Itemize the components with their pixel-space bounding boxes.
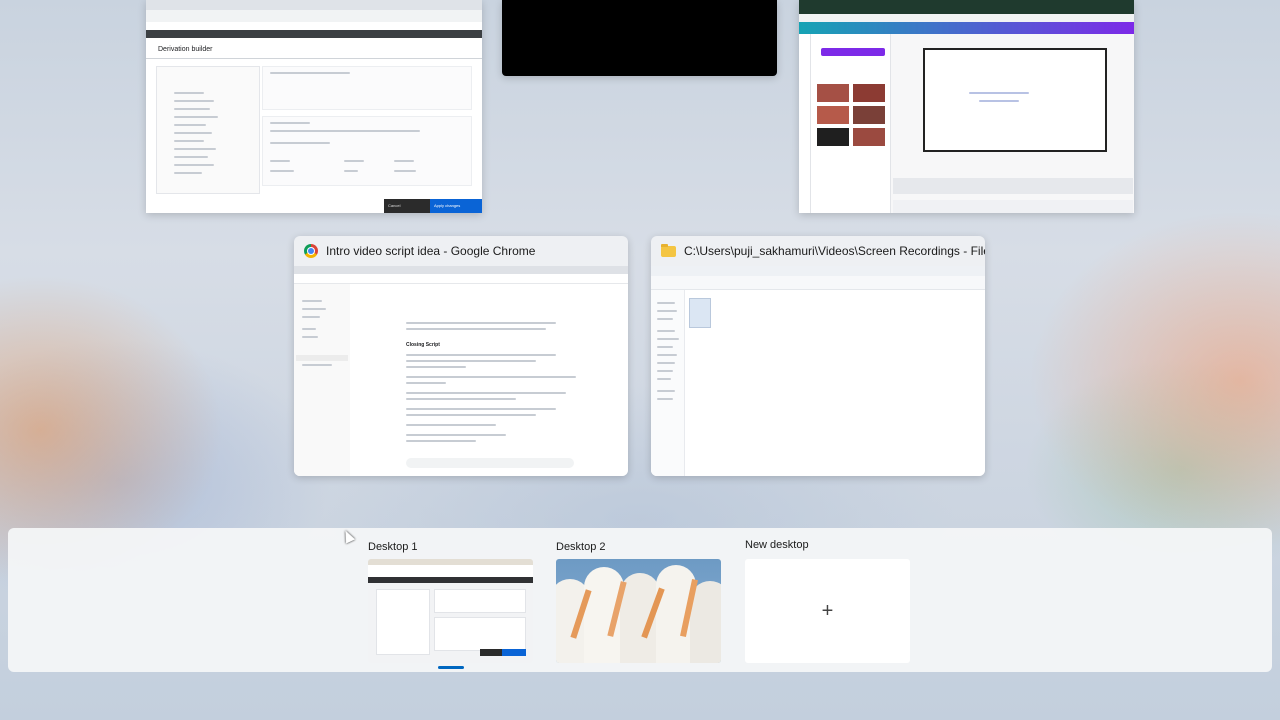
active-desktop-indicator xyxy=(438,666,464,669)
desktop-2-label: Desktop 2 xyxy=(556,541,606,553)
new-desktop-label: New desktop xyxy=(745,539,809,551)
derivation-builder-heading: Derivation builder xyxy=(158,46,213,53)
folder-icon xyxy=(661,243,676,257)
window-thumbnail-file-explorer[interactable]: C:\Users\puji_sakhamuri\Videos\Screen Re… xyxy=(651,236,985,476)
window-title: C:\Users\puji_sakhamuri\Videos\Screen Re… xyxy=(684,244,985,258)
window-thumbnail-derivation-builder[interactable]: Derivation builder Cancel Apply changes xyxy=(146,0,482,213)
chat-section-heading: Closing Script xyxy=(406,342,440,348)
desktop-1-label: Desktop 1 xyxy=(368,541,418,553)
window-title: Intro video script idea - Google Chrome xyxy=(326,244,536,258)
virtual-desktops-strip: Desktop 1 Desktop 2 New desktop + xyxy=(8,528,1272,672)
window-thumbnail-canva-editor[interactable] xyxy=(799,0,1134,213)
window-titlebar: Intro video script idea - Google Chrome xyxy=(294,236,628,266)
desktop-1-thumbnail[interactable] xyxy=(368,559,533,663)
desktop-2-thumbnail-pelicans[interactable] xyxy=(556,559,721,663)
window-thumbnail-black[interactable] xyxy=(502,0,777,76)
window-thumbnail-chrome[interactable]: Intro video script idea - Google Chrome … xyxy=(294,236,628,476)
chrome-icon xyxy=(304,244,318,258)
cancel-button[interactable]: Cancel xyxy=(384,199,430,213)
window-titlebar: C:\Users\puji_sakhamuri\Videos\Screen Re… xyxy=(651,236,985,266)
plus-icon: + xyxy=(821,599,834,622)
new-desktop-button[interactable]: + xyxy=(745,559,910,663)
apply-changes-button[interactable]: Apply changes xyxy=(430,199,482,213)
video-file-thumbnail[interactable] xyxy=(689,298,711,328)
